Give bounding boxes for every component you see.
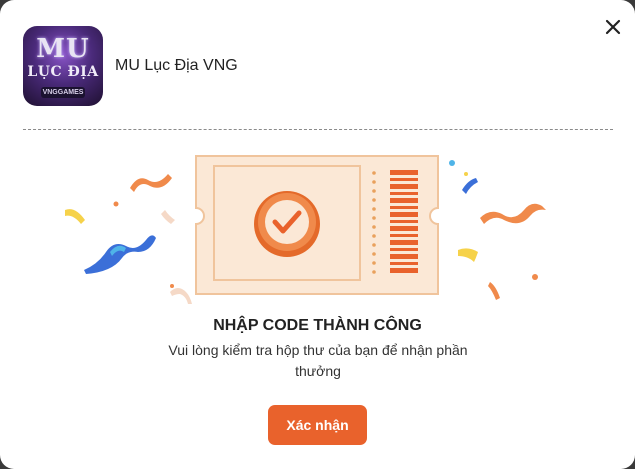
- close-button[interactable]: [600, 14, 626, 40]
- app-icon: MU LỤC ĐỊA VNGGAMES: [23, 26, 103, 106]
- success-title: NHẬP CODE THÀNH CÔNG: [213, 317, 422, 334]
- divider: [23, 129, 613, 130]
- app-name: MU Lục Địa VNG: [115, 57, 238, 74]
- success-illustration: [0, 140, 635, 315]
- success-message: Vui lòng kiểm tra hộp thư của bạn để nhậ…: [168, 342, 468, 379]
- app-icon-badge: VNGGAMES: [41, 87, 85, 98]
- app-icon-title-mid: LỤC ĐỊA: [27, 64, 99, 80]
- close-icon: [605, 19, 621, 35]
- redeem-success-dialog: MU LỤC ĐỊA VNGGAMES MU Lục Địa VNG NHẬP …: [0, 0, 635, 469]
- ticket-checkmark-icon: [195, 155, 439, 295]
- app-icon-title-top: MU: [36, 34, 90, 64]
- confirm-button[interactable]: Xác nhận: [268, 405, 367, 445]
- confetti-left: [65, 174, 192, 304]
